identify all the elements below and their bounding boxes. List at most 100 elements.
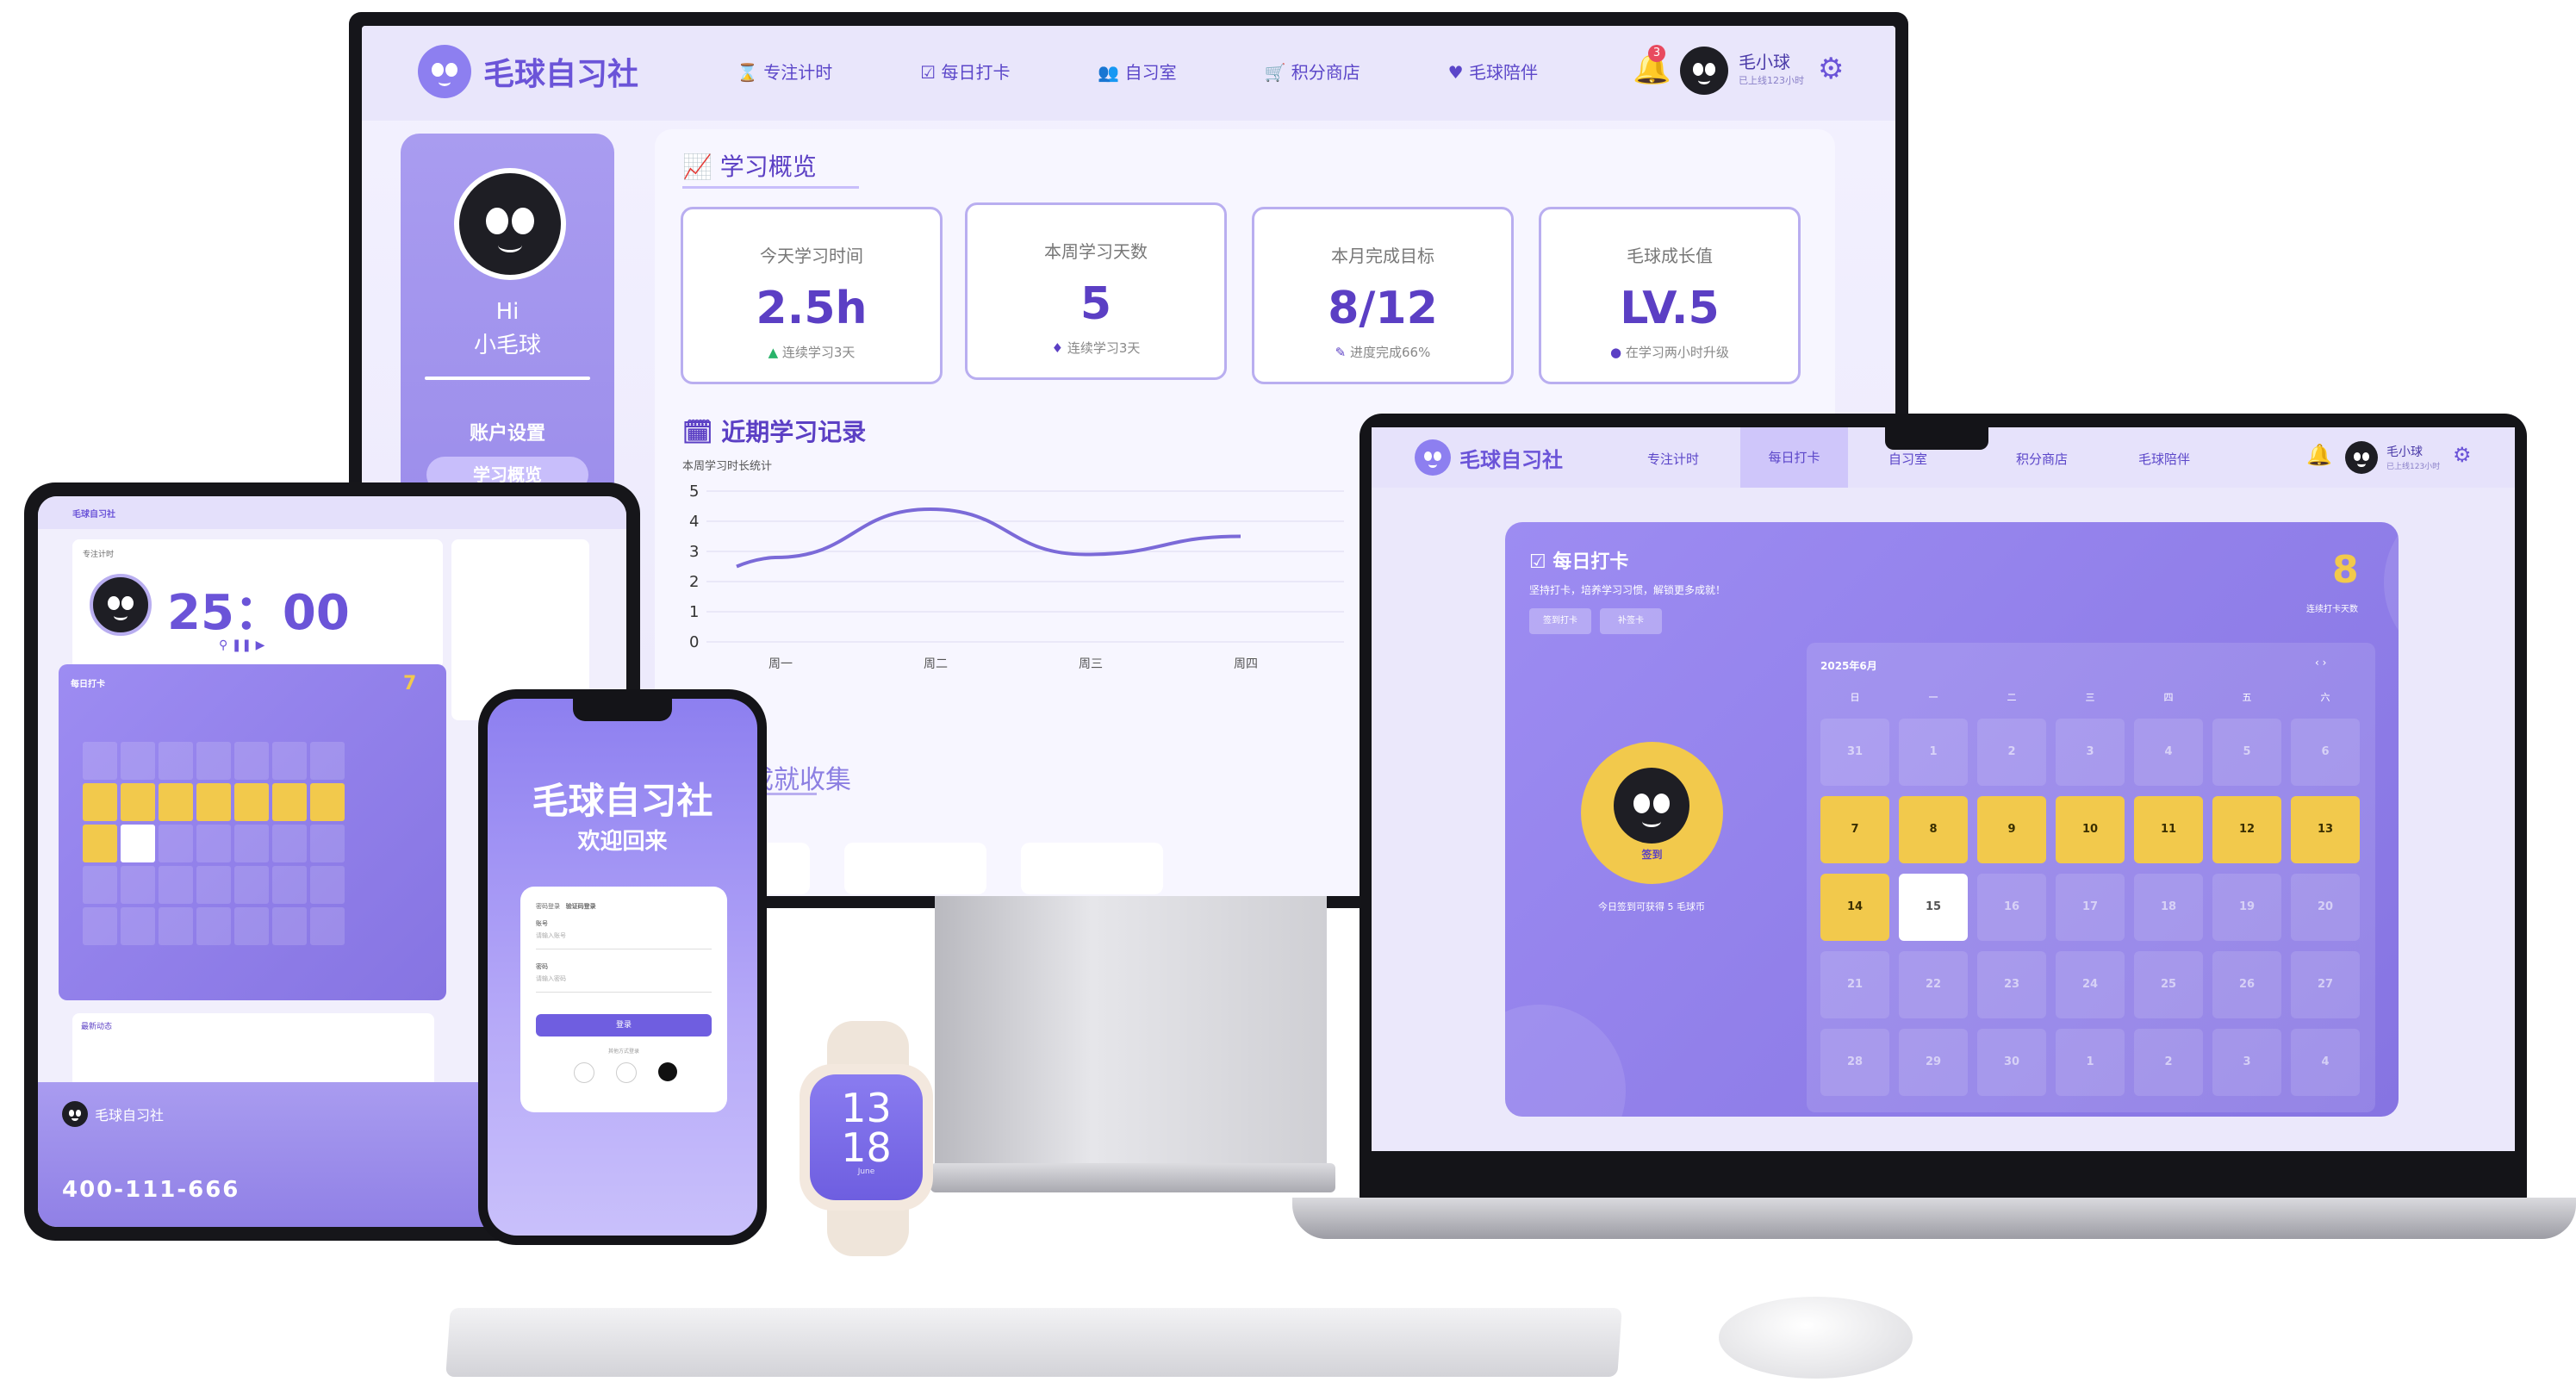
- calendar-day[interactable]: [310, 742, 345, 780]
- calendar-day[interactable]: 26: [2212, 951, 2281, 1018]
- calendar-day[interactable]: 30: [1977, 1029, 2046, 1096]
- laptop-nav-shop[interactable]: 积分商店: [2016, 450, 2068, 468]
- calendar-day[interactable]: 10: [2056, 796, 2125, 863]
- calendar-day[interactable]: [272, 866, 307, 904]
- calendar-day[interactable]: 12: [2212, 796, 2281, 863]
- checkin-button[interactable]: 签到打卡: [1529, 608, 1591, 634]
- apple-icon[interactable]: [658, 1062, 677, 1081]
- calendar-day[interactable]: 4: [2134, 719, 2203, 786]
- stat-card-today[interactable]: 今天学习时间 2.5h ▲ 连续学习3天: [681, 207, 943, 384]
- calendar-day[interactable]: [83, 783, 117, 821]
- timer-controls[interactable]: ⚲ ❚❚ ▶: [219, 638, 264, 652]
- calendar-day[interactable]: 31: [1820, 719, 1889, 786]
- calendar-day[interactable]: 6: [2291, 719, 2360, 786]
- calendar-day[interactable]: 13: [2291, 796, 2360, 863]
- settings-gear-icon[interactable]: ⚙: [1818, 52, 1844, 86]
- nav-item-studyroom[interactable]: 👥 自习室: [1098, 59, 1176, 84]
- calendar-nav-arrows[interactable]: ‹ ›: [2315, 657, 2326, 669]
- sidebar-item-account[interactable]: 账户设置: [401, 418, 614, 445]
- avatar[interactable]: [2345, 441, 2378, 474]
- calendar-day[interactable]: [310, 825, 345, 862]
- calendar-day[interactable]: [83, 907, 117, 945]
- calendar-day[interactable]: [234, 783, 269, 821]
- stat-card-week[interactable]: 本周学习天数 5 ♦ 连续学习3天: [965, 202, 1227, 380]
- calendar-day[interactable]: 9: [1977, 796, 2046, 863]
- calendar-day[interactable]: 21: [1820, 951, 1889, 1018]
- laptop-nav-studyroom[interactable]: 自习室: [1888, 450, 1927, 468]
- calendar-day[interactable]: [196, 742, 231, 780]
- avatar[interactable]: [1680, 47, 1728, 95]
- settings-gear-icon[interactable]: ⚙: [2453, 443, 2472, 467]
- calendar-day[interactable]: [310, 783, 345, 821]
- calendar-day[interactable]: 14: [1820, 874, 1889, 941]
- login-button[interactable]: 登录: [536, 1014, 712, 1036]
- achievement-card[interactable]: [1021, 843, 1163, 894]
- user-info[interactable]: 毛小球 已上线123小时: [1739, 48, 1804, 87]
- desktop-logo[interactable]: 毛球自习社: [418, 45, 638, 98]
- calendar-day[interactable]: 2: [2134, 1029, 2203, 1096]
- calendar-day[interactable]: 19: [2212, 874, 2281, 941]
- calendar-day[interactable]: [121, 907, 155, 945]
- calendar-day[interactable]: [121, 825, 155, 862]
- calendar-day[interactable]: 4: [2291, 1029, 2360, 1096]
- calendar-day[interactable]: [234, 825, 269, 862]
- stat-card-level[interactable]: 毛球成长值 LV.5 ● 在学习两小时升级: [1539, 207, 1801, 384]
- calendar-day[interactable]: 3: [2212, 1029, 2281, 1096]
- laptop-nav-companion[interactable]: 毛球陪伴: [2138, 450, 2190, 468]
- login-tabs[interactable]: 密码登录 验证码登录: [536, 902, 596, 911]
- bell-icon[interactable]: 🔔 3: [1633, 45, 1671, 86]
- calendar-day[interactable]: 5: [2212, 719, 2281, 786]
- calendar-day[interactable]: [272, 825, 307, 862]
- calendar-day[interactable]: [83, 825, 117, 862]
- calendar-day[interactable]: [234, 866, 269, 904]
- calendar-day[interactable]: 1: [2056, 1029, 2125, 1096]
- calendar-day[interactable]: [121, 742, 155, 780]
- calendar-day[interactable]: [234, 742, 269, 780]
- calendar-day[interactable]: 29: [1899, 1029, 1968, 1096]
- nav-item-companion[interactable]: ♥ 毛球陪伴: [1448, 59, 1538, 84]
- achievement-card[interactable]: [844, 843, 986, 894]
- calendar-day[interactable]: [196, 825, 231, 862]
- laptop-nav-checkin-active[interactable]: 每日打卡: [1740, 427, 1848, 488]
- calendar-day[interactable]: [159, 742, 193, 780]
- calendar-day[interactable]: [159, 783, 193, 821]
- calendar-day[interactable]: 8: [1899, 796, 1968, 863]
- mascot-circle[interactable]: 签到: [1581, 742, 1723, 884]
- calendar-day[interactable]: [272, 907, 307, 945]
- calendar-day[interactable]: 2: [1977, 719, 2046, 786]
- calendar-day[interactable]: 18: [2134, 874, 2203, 941]
- calendar-day[interactable]: [310, 866, 345, 904]
- calendar-day[interactable]: [83, 742, 117, 780]
- user-info[interactable]: 毛小球 已上线123小时: [2386, 443, 2440, 471]
- calendar-day[interactable]: [121, 783, 155, 821]
- calendar-day[interactable]: [121, 866, 155, 904]
- calendar-day[interactable]: 16: [1977, 874, 2046, 941]
- calendar-day[interactable]: [159, 866, 193, 904]
- nav-item-timer[interactable]: ⌛ 专注计时: [737, 59, 832, 84]
- stat-card-month[interactable]: 本月完成目标 8/12 ✎ 进度完成66%: [1252, 207, 1514, 384]
- calendar-day[interactable]: 7: [1820, 796, 1889, 863]
- calendar-day[interactable]: 23: [1977, 951, 2046, 1018]
- nav-item-shop[interactable]: 🛒 积分商店: [1265, 59, 1360, 84]
- laptop-logo[interactable]: 毛球自习社: [1415, 439, 1563, 476]
- brand-name[interactable]: 毛球自习社: [72, 507, 115, 520]
- nav-item-checkin[interactable]: ☑ 每日打卡: [920, 59, 1010, 84]
- calendar-day[interactable]: [272, 783, 307, 821]
- password-input[interactable]: 请输入密码: [536, 974, 712, 993]
- calendar-day[interactable]: 22: [1899, 951, 1968, 1018]
- calendar-day[interactable]: 15: [1899, 874, 1968, 941]
- bell-icon[interactable]: 🔔: [2306, 443, 2332, 467]
- calendar-day[interactable]: 3: [2056, 719, 2125, 786]
- calendar-day[interactable]: [159, 825, 193, 862]
- calendar-day[interactable]: 1: [1899, 719, 1968, 786]
- calendar-day[interactable]: [196, 907, 231, 945]
- calendar-day[interactable]: 28: [1820, 1029, 1889, 1096]
- calendar-day[interactable]: 24: [2056, 951, 2125, 1018]
- calendar-day[interactable]: [310, 907, 345, 945]
- calendar-day[interactable]: 11: [2134, 796, 2203, 863]
- facebook-icon[interactable]: [616, 1062, 637, 1083]
- calendar-day[interactable]: 17: [2056, 874, 2125, 941]
- calendar-day[interactable]: [196, 866, 231, 904]
- calendar-day[interactable]: 27: [2291, 951, 2360, 1018]
- google-icon[interactable]: [574, 1062, 594, 1083]
